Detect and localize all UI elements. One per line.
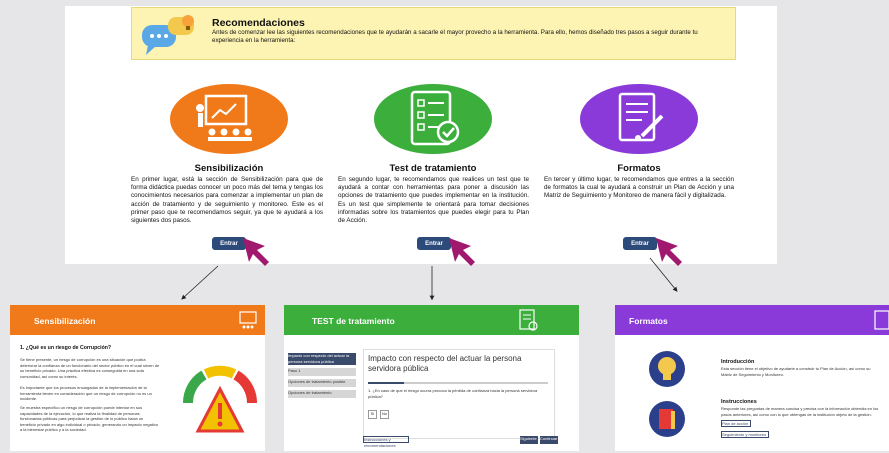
preview-question: 1. ¿Qué es un riesgo de Corrupción? bbox=[20, 345, 112, 351]
risk-gauge-icon bbox=[182, 365, 258, 433]
instructions-text: Responde las preguntas de manera concisa… bbox=[721, 406, 879, 417]
formatos-preview: Formatos Introducción Esta sección tiene… bbox=[615, 305, 889, 451]
intro-title: Introducción bbox=[721, 359, 755, 365]
test-menu-item[interactable]: Opciones de tratamiento bbox=[288, 390, 356, 398]
book-icon bbox=[649, 401, 685, 437]
progress-bar bbox=[368, 382, 548, 384]
preview-header-title: Sensibilización bbox=[34, 316, 96, 326]
presentation-icon bbox=[239, 311, 257, 329]
checklist-icon bbox=[519, 309, 538, 331]
preview-header-title: Formatos bbox=[629, 316, 668, 326]
preview-header: Formatos bbox=[615, 305, 889, 335]
test-question-title: Impacto con respecto del actuar la perso… bbox=[368, 354, 522, 373]
lightbulb-icon bbox=[649, 351, 685, 387]
preview-header-title: TEST de tratamiento bbox=[312, 316, 395, 326]
preview-paragraph: Se muestra específico un riesgo de corru… bbox=[20, 405, 159, 432]
instructions-link[interactable]: Instrucciones y recomendaciones bbox=[363, 436, 409, 448]
test-menu-item[interactable]: Opciones de tratamiento posible bbox=[288, 379, 356, 387]
test-question-card: Impacto con respecto del actuar la perso… bbox=[363, 349, 555, 439]
preview-paragraph: Es importante que los procesos encargado… bbox=[20, 385, 152, 401]
sensibilizacion-preview: Sensibilización 1. ¿Qué es un riesgo de … bbox=[10, 305, 265, 451]
no-option[interactable]: No bbox=[380, 410, 389, 419]
action-plan-button[interactable]: Plan de acción bbox=[721, 420, 751, 427]
continue-button[interactable]: Continuar bbox=[540, 436, 558, 444]
preview-header: TEST de tratamiento bbox=[284, 305, 579, 335]
yes-option[interactable]: Sí bbox=[368, 410, 377, 419]
test-menu-item[interactable]: Paso 1 bbox=[288, 368, 356, 376]
monitoring-button[interactable]: Seguimiento y monitoreo bbox=[721, 431, 769, 438]
instructions-title: Instrucciones bbox=[721, 399, 757, 405]
preview-header: Sensibilización bbox=[10, 305, 265, 335]
test-menu-item-active[interactable]: Impacto con respecto del actuar la perso… bbox=[288, 353, 356, 365]
preview-paragraph: Se tiene presente, un riesgo de corrupci… bbox=[20, 357, 160, 379]
test-preview: TEST de tratamiento Impacto con respecto… bbox=[284, 305, 579, 451]
intro-text: Esta sección tiene el objetivo de ayudar… bbox=[721, 366, 871, 377]
test-question-text: 1. ¿En caso de que el riesgo ocurra prov… bbox=[368, 388, 538, 399]
previous-button[interactable]: Siguiente bbox=[520, 436, 538, 444]
document-icon bbox=[874, 310, 889, 330]
